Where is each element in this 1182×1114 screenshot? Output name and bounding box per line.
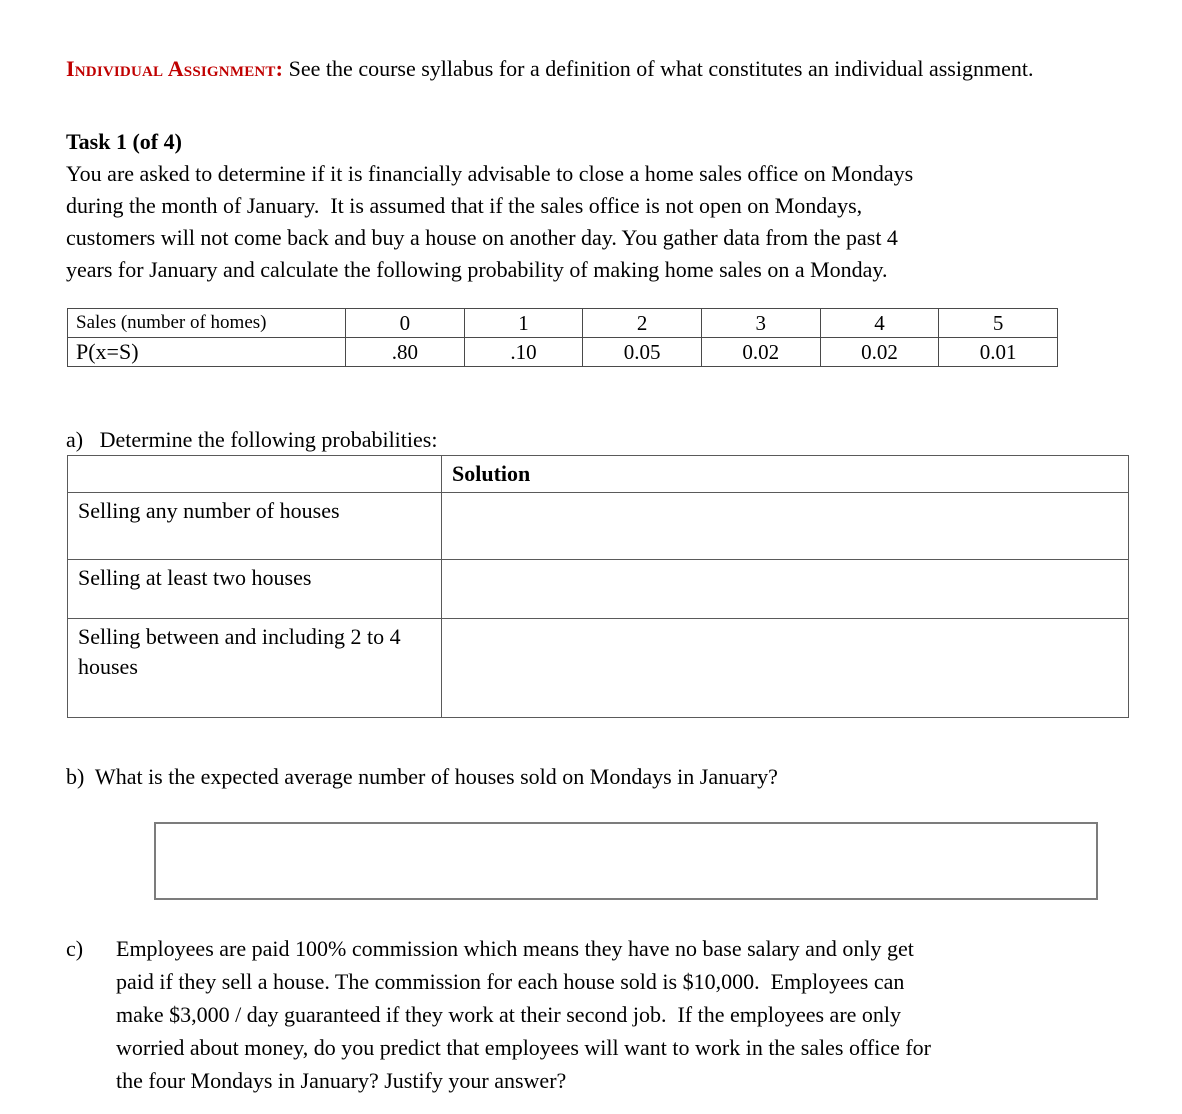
task-line: customers will not come back and buy a h… xyxy=(66,225,898,250)
probability-value-cell: .80 xyxy=(345,337,465,367)
table-row: Selling between and including 2 to 4 hou… xyxy=(67,618,1129,718)
sales-value-cell: 2 xyxy=(582,308,702,338)
part-c-line: the four Mondays in January? Justify you… xyxy=(116,1068,567,1093)
part-c-text: Employees are paid 100% commission which… xyxy=(116,932,1136,1097)
solution-answer-cell[interactable] xyxy=(441,492,1129,560)
table-row: Selling at least two houses xyxy=(67,559,1129,619)
sales-value-cell: 1 xyxy=(463,308,584,338)
sales-value-cell: 4 xyxy=(819,308,940,338)
part-b-answer-box[interactable] xyxy=(154,822,1098,900)
table-row: Solution xyxy=(67,455,1129,493)
part-a-prompt: a) Determine the following probabilities… xyxy=(66,427,438,452)
probability-value-cell: 0.05 xyxy=(582,337,702,367)
part-c-line: worried about money, do you predict that… xyxy=(116,1035,932,1060)
probability-question-label: Selling at least two houses xyxy=(67,559,442,619)
task-line: You are asked to determine if it is fina… xyxy=(66,161,914,186)
probability-question-label: Selling any number of houses xyxy=(67,492,442,560)
part-c-marker: c) xyxy=(66,936,84,961)
task-description: You are asked to determine if it is fina… xyxy=(66,158,1124,286)
probability-distribution-table: Sales (number of homes) 0 1 2 3 4 5 P(x=… xyxy=(67,308,1058,367)
sales-row-label: Sales (number of homes) xyxy=(67,308,346,338)
sales-value-cell: 3 xyxy=(700,308,821,338)
solution-column-header: Solution xyxy=(441,455,1129,493)
probability-value-cell: 0.02 xyxy=(819,337,940,367)
solution-answer-cell[interactable] xyxy=(441,618,1129,718)
part-c-line: make $3,000 / day guaranteed if they wor… xyxy=(116,1002,902,1027)
task-heading: Task 1 (of 4) xyxy=(66,129,182,154)
task-line: during the month of January. It is assum… xyxy=(66,193,863,218)
task-line: years for January and calculate the foll… xyxy=(66,257,888,282)
individual-assignment-text: See the course syllabus for a definition… xyxy=(283,56,1034,81)
probability-value-cell: .10 xyxy=(463,337,584,367)
assignment-document-page: Individual Assignment: See the course sy… xyxy=(0,0,1182,1114)
part-c-prompt: c) Employees are paid 100% commission wh… xyxy=(66,932,1136,1097)
table-row: P(x=S) .80 .10 0.05 0.02 0.02 0.01 xyxy=(67,337,1058,367)
probability-value-cell: 0.02 xyxy=(700,337,821,367)
solution-table-blank-header xyxy=(67,455,442,493)
part-b-prompt: b) What is the expected average number o… xyxy=(66,764,778,789)
individual-assignment-label: Individual Assignment: xyxy=(66,56,284,81)
sales-value-cell: 5 xyxy=(938,308,1058,338)
probability-value-cell: 0.01 xyxy=(938,337,1058,367)
part-c-line: paid if they sell a house. The commissio… xyxy=(116,969,905,994)
sales-value-cell: 0 xyxy=(345,308,465,338)
probability-question-label: Selling between and including 2 to 4 hou… xyxy=(67,618,442,718)
part-c-line: Employees are paid 100% commission which… xyxy=(116,936,914,961)
probability-row-label: P(x=S) xyxy=(67,337,346,367)
solution-answer-cell[interactable] xyxy=(441,559,1129,619)
table-row: Sales (number of homes) 0 1 2 3 4 5 xyxy=(67,308,1058,338)
individual-assignment-paragraph: Individual Assignment: See the course sy… xyxy=(66,53,1122,84)
table-row: Selling any number of houses xyxy=(67,492,1129,560)
part-a-solution-table: Solution Selling any number of houses Se… xyxy=(67,455,1129,718)
